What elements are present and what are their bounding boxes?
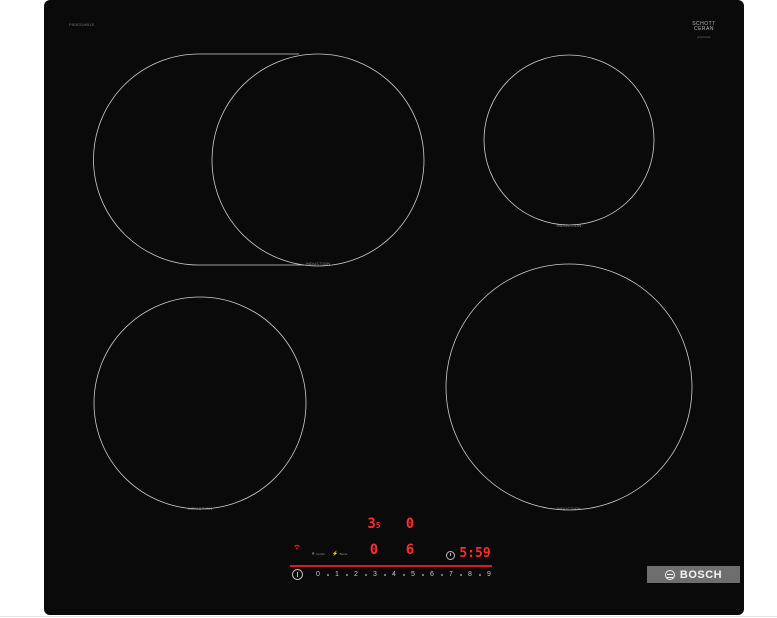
wifi-icon[interactable] bbox=[294, 544, 300, 550]
slider-dot bbox=[460, 574, 462, 576]
brand-name: BOSCH bbox=[679, 568, 723, 581]
cooking-zones bbox=[93, 53, 693, 511]
glass-brand: SCHOTT CERAN premium bbox=[684, 22, 724, 40]
slider-dot bbox=[479, 574, 481, 576]
display-rear-left: 35 bbox=[367, 516, 380, 532]
slider-value[interactable]: 0 bbox=[316, 571, 320, 578]
timer-display: 5:59 bbox=[459, 546, 491, 561]
zone-label-front-left: INDUCTION bbox=[187, 506, 213, 511]
slider-value[interactable]: 2 bbox=[354, 571, 358, 578]
power-slider-track[interactable] bbox=[290, 565, 492, 567]
glass-brand-line2: CERAN bbox=[693, 26, 714, 32]
slider-value[interactable]: 1 bbox=[335, 571, 339, 578]
combi-label: Combi bbox=[315, 552, 325, 556]
glass-brand-sub: premium bbox=[697, 35, 711, 39]
slider-dot bbox=[346, 574, 348, 576]
zone-label-rear-right: INDUCTION bbox=[556, 223, 582, 228]
slider-value[interactable]: 8 bbox=[468, 571, 472, 578]
slider-dot bbox=[441, 574, 443, 576]
slider-value[interactable]: 7 bbox=[449, 571, 453, 578]
combi-icon: ⏸ bbox=[312, 551, 315, 557]
display-rear-left-sub: 5 bbox=[375, 521, 381, 530]
boost-button[interactable]: ⚡ Boost bbox=[332, 551, 347, 557]
display-front-right: 6 bbox=[405, 542, 415, 558]
power-button[interactable] bbox=[292, 569, 303, 580]
brand-badge: BOSCH bbox=[647, 566, 740, 583]
flex-zone-outline bbox=[93, 53, 304, 266]
slider-value[interactable]: 5 bbox=[411, 571, 415, 578]
zone-label-front-right: INDUCTION bbox=[556, 506, 582, 511]
slider-dot bbox=[384, 574, 386, 576]
front-left-zone-ring bbox=[93, 296, 307, 510]
boost-label: Boost bbox=[339, 552, 348, 556]
flex-zone-ring bbox=[211, 53, 425, 267]
cooktop-glass: PIE631HB1E SCHOTT CERAN premium INDUCTIO… bbox=[44, 0, 744, 615]
rear-right-zone-ring bbox=[483, 54, 655, 226]
display-rear-right: 0 bbox=[405, 516, 415, 532]
combi-button[interactable]: ⏸ Combi bbox=[312, 551, 325, 557]
slider-dot bbox=[327, 574, 329, 576]
slider-value[interactable]: 9 bbox=[487, 571, 491, 578]
timer-icon[interactable] bbox=[446, 551, 455, 560]
slider-dot bbox=[422, 574, 424, 576]
bosch-logo-icon bbox=[664, 569, 675, 580]
model-code: PIE631HB1E bbox=[69, 22, 95, 27]
boost-icon: ⚡ bbox=[332, 551, 339, 557]
front-right-zone-ring bbox=[445, 263, 693, 511]
slider-dot bbox=[365, 574, 367, 576]
zone-label-rear-left: INDUCTION bbox=[305, 261, 331, 266]
slider-value[interactable]: 3 bbox=[373, 571, 377, 578]
display-front-left: 0 bbox=[369, 542, 379, 558]
slider-value[interactable]: 4 bbox=[392, 571, 396, 578]
slider-value[interactable]: 6 bbox=[430, 571, 434, 578]
page-divider bbox=[0, 616, 777, 617]
slider-dot bbox=[403, 574, 405, 576]
